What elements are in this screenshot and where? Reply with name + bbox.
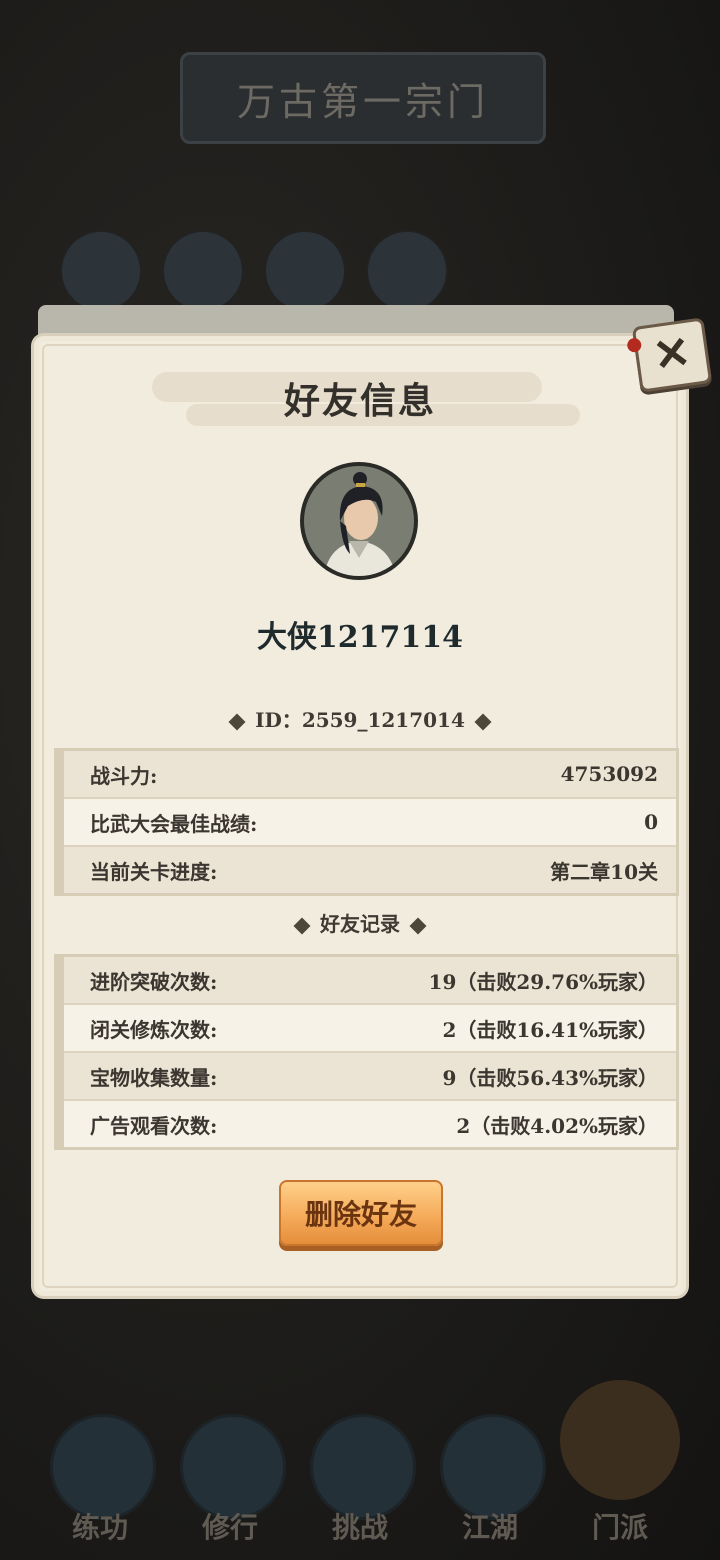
avatar xyxy=(300,462,418,580)
record-label: 进阶突破次数: xyxy=(90,969,218,994)
table-row: 当前关卡进度: 第二章10关 xyxy=(64,847,676,893)
game-title: 万古第一宗门 xyxy=(236,79,489,124)
id-value: 2559_1217014 xyxy=(301,708,465,732)
bg-feature-icon xyxy=(264,230,346,312)
modal-title: 好友信息 xyxy=(283,380,436,422)
stats-table: 战斗力: 4753092 比武大会最佳战绩: 0 当前关卡进度: 第二章10关 xyxy=(54,748,679,896)
nav-jianghu-icon xyxy=(440,1414,546,1520)
record-value: 2（击败16.41%玩家） xyxy=(442,1017,658,1042)
nav-practice-label: 练功 xyxy=(71,1511,128,1544)
table-row: 广告观看次数: 2（击败4.02%玩家） xyxy=(64,1101,676,1147)
nav-challenge-label: 挑战 xyxy=(331,1511,388,1544)
background-icon-row xyxy=(60,230,448,312)
stat-value: 0 xyxy=(644,810,658,834)
stat-value: 第二章10关 xyxy=(550,859,658,884)
record-value: 2（击败4.02%玩家） xyxy=(456,1113,658,1138)
diamond-icon xyxy=(228,713,246,730)
record-value: 9（击败56.43%玩家） xyxy=(442,1065,658,1090)
record-value: 19（击败29.76%玩家） xyxy=(428,969,658,994)
records-title: 好友记录 xyxy=(320,912,400,936)
records-title-line: 好友记录 xyxy=(0,908,720,937)
table-row: 宝物收集数量: 9（击败56.43%玩家） xyxy=(64,1053,676,1101)
table-row: 战斗力: 4753092 xyxy=(64,751,676,799)
record-label: 闭关修炼次数: xyxy=(90,1017,218,1042)
bottom-nav: 练功 修行 挑战 江湖 门派 xyxy=(0,1370,720,1560)
character-portrait-icon xyxy=(304,466,414,576)
nav-challenge-icon xyxy=(310,1414,416,1520)
game-title-plate: 万古第一宗门 xyxy=(180,52,546,144)
nav-sect-icon xyxy=(560,1380,680,1500)
player-id-line: ID：2559_1217014 xyxy=(0,704,720,733)
table-row: 进阶突破次数: 19（击败29.76%玩家） xyxy=(64,957,676,1005)
bg-feature-icon xyxy=(162,230,244,312)
nav-cultivate-label: 修行 xyxy=(201,1511,258,1544)
table-row: 比武大会最佳战绩: 0 xyxy=(64,799,676,847)
record-label: 广告观看次数: xyxy=(90,1113,218,1138)
table-row: 闭关修炼次数: 2（击败16.41%玩家） xyxy=(64,1005,676,1053)
diamond-icon xyxy=(293,917,311,934)
stat-value: 4753092 xyxy=(560,762,658,786)
diamond-icon xyxy=(474,713,492,730)
stat-label: 战斗力: xyxy=(90,763,158,788)
bg-feature-icon xyxy=(60,230,142,312)
bg-feature-icon xyxy=(366,230,448,312)
records-table: 进阶突破次数: 19（击败29.76%玩家） 闭关修炼次数: 2（击败16.41… xyxy=(54,954,679,1150)
diamond-icon xyxy=(409,917,427,934)
nav-sect-label: 门派 xyxy=(591,1511,648,1544)
nav-cultivate-icon xyxy=(180,1414,286,1520)
nav-jianghu-label: 江湖 xyxy=(461,1511,518,1544)
stat-label: 当前关卡进度: xyxy=(90,859,218,884)
delete-friend-button[interactable]: 删除好友 xyxy=(279,1180,443,1246)
player-name: 大侠1217114 xyxy=(256,620,464,655)
id-label: ID： xyxy=(255,708,302,732)
record-label: 宝物收集数量: xyxy=(90,1065,218,1090)
nav-practice-icon xyxy=(50,1414,156,1520)
stat-label: 比武大会最佳战绩: xyxy=(90,811,258,836)
